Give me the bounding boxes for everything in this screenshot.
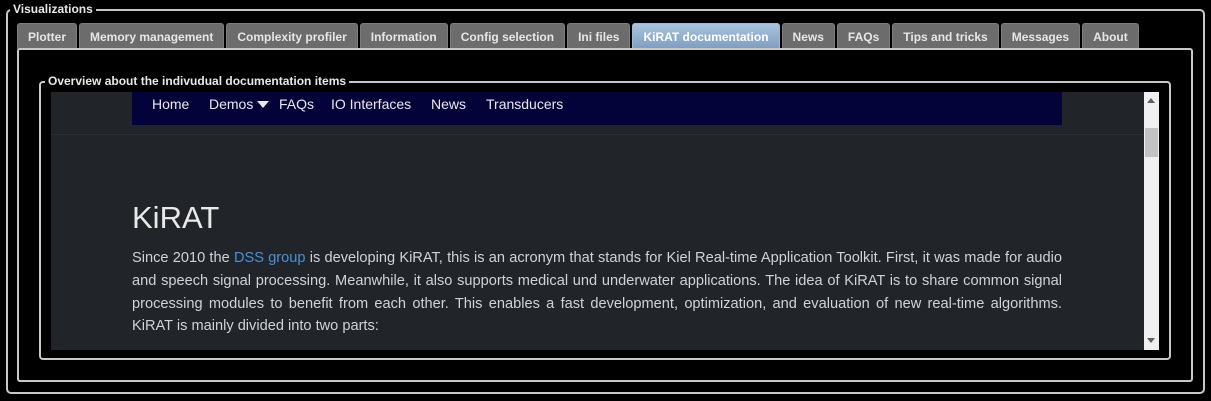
scroll-thumb[interactable] <box>1145 128 1158 157</box>
documentation-overview-title: Overview about the indivudual documentat… <box>45 74 350 88</box>
caret-down-icon <box>257 100 270 108</box>
tab-news[interactable]: News <box>781 23 835 49</box>
tab-messages[interactable]: Messages <box>1000 23 1081 49</box>
intro-text-start: Since 2010 the <box>132 250 234 266</box>
nav-transducers-link[interactable]: Transducers <box>486 96 563 113</box>
tab-complexity-profiler[interactable]: Complexity profiler <box>226 23 358 49</box>
visualizations-group-title: Visualizations <box>10 2 96 16</box>
tab-kirat-documentation[interactable]: KiRAT documentation <box>632 23 780 49</box>
dss-group-link[interactable]: DSS group <box>234 250 306 266</box>
scroll-down-arrow-icon[interactable] <box>1147 338 1155 343</box>
nav-home-link[interactable]: Home <box>152 96 189 113</box>
tab-plotter[interactable]: Plotter <box>17 23 78 49</box>
page-title: KiRAT <box>132 200 220 235</box>
tab-memory-management[interactable]: Memory management <box>79 23 225 49</box>
nav-news-link[interactable]: News <box>431 96 466 113</box>
documentation-browser[interactable]: Home Demos FAQs IO Interfaces News Trans… <box>51 92 1144 350</box>
tab-information[interactable]: Information <box>359 23 448 49</box>
tab-bar: Plotter Memory management Complexity pro… <box>17 23 1141 49</box>
nav-demos-link[interactable]: Demos <box>209 96 270 113</box>
tab-about[interactable]: About <box>1082 23 1139 49</box>
nav-faqs-link[interactable]: FAQs <box>279 96 314 113</box>
browser-vertical-scrollbar[interactable] <box>1144 92 1159 350</box>
tab-tips-and-tricks[interactable]: Tips and tricks <box>892 23 999 49</box>
tab-config-selection[interactable]: Config selection <box>449 23 566 49</box>
tab-ini-files[interactable]: Ini files <box>567 23 631 49</box>
nav-demos-label: Demos <box>209 96 254 112</box>
tab-faqs[interactable]: FAQs <box>836 23 891 49</box>
nav-io-interfaces-link[interactable]: IO Interfaces <box>331 96 411 113</box>
site-navbar: Home Demos FAQs IO Interfaces News Trans… <box>132 92 1062 126</box>
scroll-up-arrow-icon[interactable] <box>1147 98 1155 103</box>
intro-paragraph: Since 2010 the DSS group is developing K… <box>132 247 1062 338</box>
